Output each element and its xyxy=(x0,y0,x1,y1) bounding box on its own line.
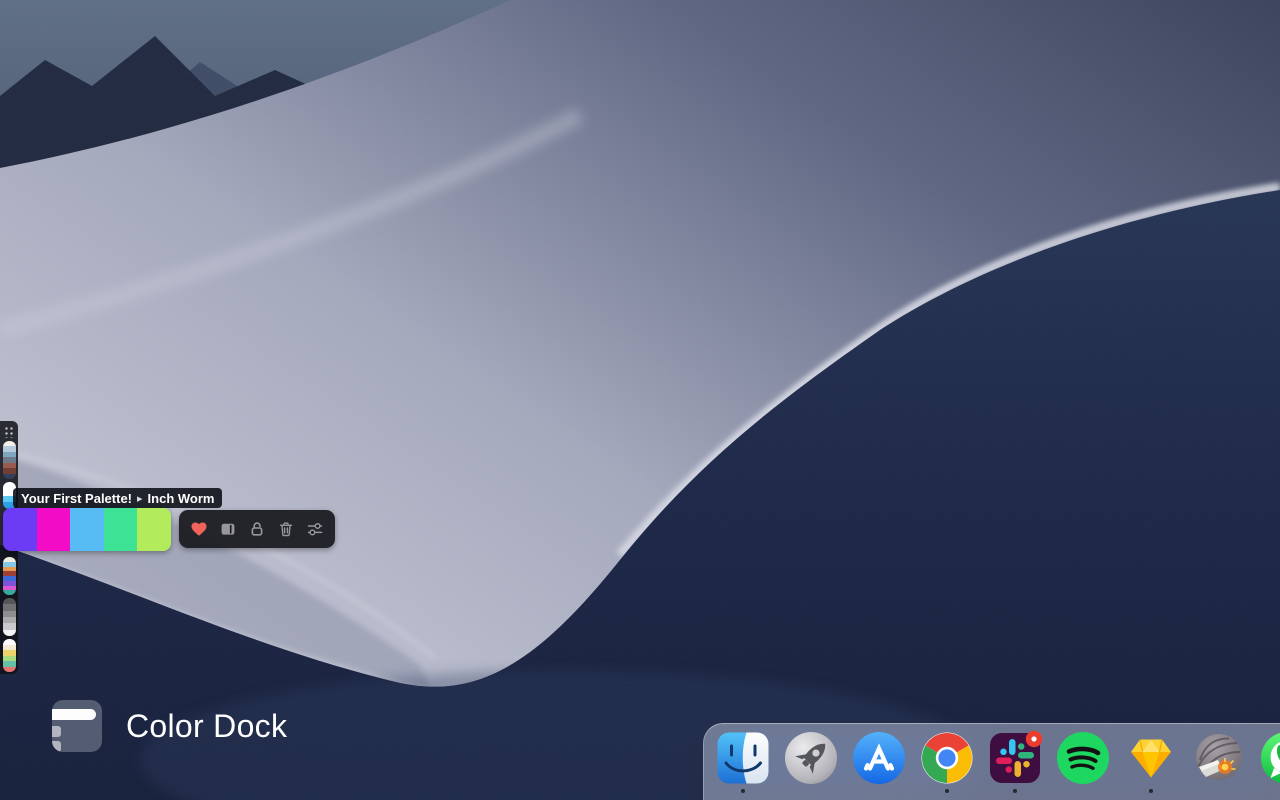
palette-toolbar xyxy=(179,510,335,548)
mini-palette-thumbnail[interactable] xyxy=(3,598,16,636)
mini-palette-thumbnail[interactable] xyxy=(3,557,16,595)
macos-dock xyxy=(703,723,1280,800)
tooltip-palette-name: Your First Palette! xyxy=(21,491,132,506)
notification-badge xyxy=(1026,731,1042,747)
running-indicator xyxy=(1149,789,1153,793)
palette-stripe xyxy=(3,667,16,673)
palette-tooltip: Your First Palette! ▸ Inch Worm xyxy=(13,488,222,508)
dock-icon-finder[interactable] xyxy=(715,730,771,793)
desktop: Your First Palette! ▸ Inch Worm xyxy=(0,0,1280,800)
lock-open-icon[interactable] xyxy=(248,520,266,538)
color-swatch-sky-blue[interactable] xyxy=(70,508,104,551)
favorite-heart-icon[interactable] xyxy=(190,520,208,538)
dock-icon-chrome[interactable] xyxy=(919,730,975,793)
tooltip-separator-icon: ▸ xyxy=(137,492,143,505)
palette-stripe xyxy=(3,474,16,479)
running-indicator xyxy=(1013,789,1017,793)
dock-icon-pangolin-archiver[interactable] xyxy=(1191,730,1247,786)
running-indicator xyxy=(945,789,949,793)
dock-icon-sketch[interactable] xyxy=(1123,730,1179,793)
branding: Color Dock xyxy=(52,700,287,752)
dock-icon-spotify[interactable] xyxy=(1055,730,1111,786)
color-swatch-mint-green[interactable] xyxy=(104,508,138,551)
filter-sliders-icon[interactable] xyxy=(306,520,324,538)
color-swatch-violet[interactable] xyxy=(3,508,37,551)
tooltip-color-name: Inch Worm xyxy=(148,491,215,506)
mini-palette-thumbnail[interactable] xyxy=(3,639,16,672)
color-swatch-magenta[interactable] xyxy=(37,508,71,551)
wallpaper-image xyxy=(0,0,1280,800)
logo-pill xyxy=(52,741,61,752)
color-swatch-inch-worm[interactable] xyxy=(137,508,171,551)
dock-icon-whatsapp[interactable] xyxy=(1259,730,1280,786)
app-title: Color Dock xyxy=(126,708,287,745)
palette-stripe xyxy=(3,482,16,489)
logo-bar xyxy=(52,709,96,720)
mini-palette-thumbnail[interactable] xyxy=(3,441,16,479)
card-panel-icon[interactable] xyxy=(219,520,237,538)
running-indicator xyxy=(741,789,745,793)
color-dock-logo-icon xyxy=(52,700,102,752)
palette-stripe xyxy=(3,630,16,636)
trash-icon[interactable] xyxy=(277,520,295,538)
grip-dots-icon[interactable] xyxy=(4,425,14,438)
dock-icon-rocket[interactable] xyxy=(783,730,839,786)
dock-icon-app-store[interactable] xyxy=(851,730,907,786)
selected-palette-row xyxy=(3,508,171,551)
dock-icon-slack[interactable] xyxy=(987,730,1043,793)
logo-pill xyxy=(52,726,61,737)
palette-stripe xyxy=(3,590,16,595)
